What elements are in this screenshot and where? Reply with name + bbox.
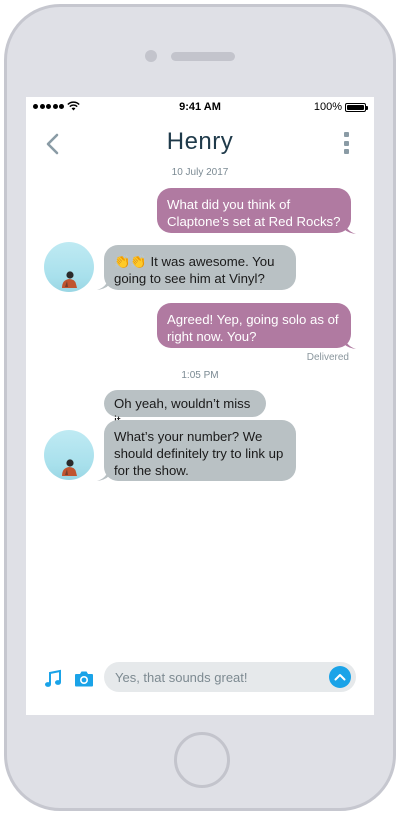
front-camera: [145, 50, 157, 62]
camera-icon[interactable]: [74, 670, 94, 688]
message-bubble-incoming[interactable]: 👏👏 It was awesome. You going to see him …: [104, 245, 296, 290]
message-line: Claptone’s set at Red Rocks?: [167, 214, 341, 229]
person-silhouette-icon: [62, 271, 77, 288]
earpiece-speaker: [171, 52, 235, 61]
avatar[interactable]: [44, 242, 94, 292]
message-line-text: It was awesome. You: [150, 254, 275, 269]
send-up-arrow-icon[interactable]: [329, 666, 351, 688]
message-line: What did you think of: [167, 197, 291, 212]
bubble-tail: [97, 468, 109, 481]
music-note-icon[interactable]: [43, 669, 63, 689]
avatar[interactable]: [44, 430, 94, 480]
message-line: 👏👏 It was awesome. You: [114, 253, 286, 270]
person-silhouette-icon: [62, 459, 77, 476]
message-line: going to see him at Vinyl?: [114, 271, 265, 286]
message-bubble-incoming[interactable]: What’s your number? We should definitely…: [104, 420, 296, 481]
time-label: 1:05 PM: [181, 370, 219, 381]
bubble-tail: [344, 336, 356, 349]
delivered-status: Delivered: [306, 352, 349, 363]
message-bubble-outgoing[interactable]: Agreed! Yep, going solo as of right now.…: [157, 303, 351, 348]
bubble-tail: [97, 277, 109, 290]
battery-icon: [345, 103, 368, 112]
message-input[interactable]: [104, 662, 356, 692]
message-line: What’s your number? We: [114, 429, 263, 444]
more-vertical-icon[interactable]: [342, 132, 350, 154]
clapping-hands-emoji: 👏👏: [114, 254, 147, 269]
contact-name: Henry: [166, 128, 234, 155]
message-line: right now. You?: [167, 329, 257, 344]
date-label: 10 July 2017: [171, 167, 229, 178]
home-button[interactable]: [174, 732, 230, 788]
message-bubble-incoming[interactable]: Oh yeah, wouldn’t miss it.: [104, 390, 266, 428]
message-line: for the show.: [114, 463, 189, 478]
message-line: should definitely try to link up: [114, 446, 284, 461]
screen: 9:41 AM 100% Henry 10 July 2017 What did…: [26, 97, 374, 715]
status-bar: 9:41 AM 100%: [26, 97, 374, 119]
message-line: Agreed! Yep, going solo as of: [167, 312, 339, 327]
message-bubble-outgoing[interactable]: What did you think of Claptone’s set at …: [157, 188, 351, 233]
battery-percentage: 100%: [313, 101, 342, 113]
bubble-tail: [344, 221, 356, 234]
